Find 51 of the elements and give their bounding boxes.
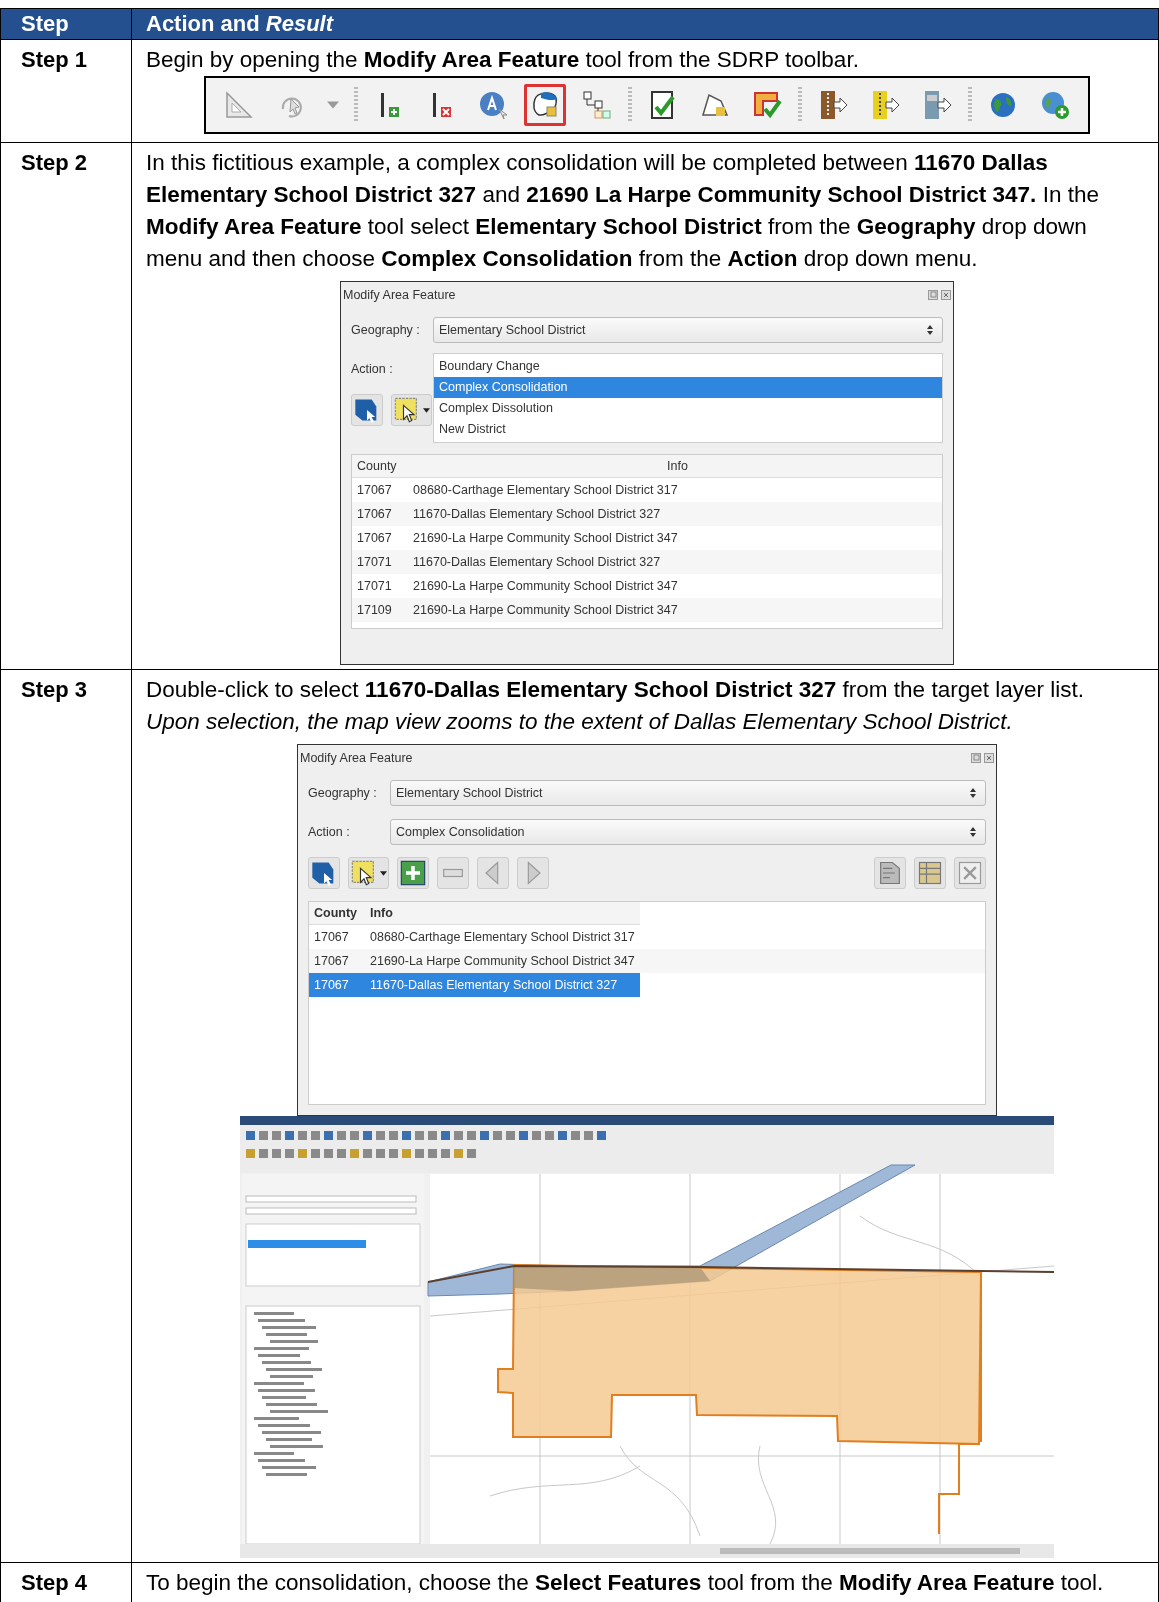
dialog-title: Modify Area Feature: [300, 751, 413, 765]
dropdown-option[interactable]: Boundary Change: [434, 355, 942, 377]
select-polygon-icon[interactable]: [351, 394, 383, 426]
instruction-text: To begin the consolidation, choose the Select Features tool from the Modify Area Feature tool.: [146, 1569, 1105, 1597]
table-row[interactable]: 17067 08680-Carthage Elementary School District 317: [352, 478, 942, 502]
table-icon[interactable]: [914, 857, 946, 889]
close-icon[interactable]: [984, 753, 994, 763]
column-header: County: [356, 459, 398, 473]
action-dropdown[interactable]: Complex Consolidation: [390, 818, 986, 845]
spinner-arrows-icon[interactable]: [969, 825, 977, 838]
geography-dropdown[interactable]: Elementary School District: [390, 779, 986, 806]
step-label: Step 1: [21, 47, 88, 72]
field-label: Action :: [351, 361, 394, 376]
select-features-icon[interactable]: [391, 394, 432, 426]
map-icon[interactable]: [874, 857, 906, 889]
select-polygon-icon[interactable]: [308, 857, 340, 889]
close-icon[interactable]: [954, 857, 986, 889]
table-row[interactable]: 17067 08680-Carthage Elementary School District 317: [309, 925, 985, 949]
close-icon[interactable]: [941, 290, 951, 300]
step-label: Step 3: [21, 677, 88, 702]
column-header: Action and Result: [131, 8, 1159, 40]
dropdown-option[interactable]: New District: [434, 418, 942, 440]
field-label: Geography :: [351, 322, 421, 337]
spinner-arrows-icon[interactable]: [969, 786, 977, 799]
dropdown-option[interactable]: Complex Dissolution: [434, 397, 942, 419]
dropdown-option[interactable]: Complex Consolidation: [434, 376, 942, 398]
spinner-arrows-icon[interactable]: [926, 323, 934, 336]
table-row[interactable]: 17109 21690-La Harpe Community School District 347: [352, 598, 942, 622]
add-icon[interactable]: [397, 857, 429, 889]
column-header: Info: [666, 459, 689, 473]
result-text: Upon selection, the map view zooms to the extent of Dallas Elementary School District.: [146, 708, 1014, 736]
step-label: Step 2: [21, 150, 88, 175]
geography-dropdown[interactable]: Elementary School District: [433, 316, 943, 343]
instruction-text: In this fictitious example, a complex consolidation will be completed between 11670 Dallas Elementary School District 327 and 21690 La Harpe Community School District 347. In the Modify Area Feature tool select Elementary School District from the Geography drop down menu and then choose Complex Consolidation from the Action drop down menu.: [146, 149, 1100, 273]
step-label: Step 4: [21, 1570, 88, 1595]
field-label: Action :: [308, 824, 351, 839]
area-edit-icon[interactable]: [524, 84, 566, 126]
table-row[interactable]: 17067 21690-La Harpe Community School District 347: [352, 526, 942, 550]
field-label: Geography :: [308, 785, 378, 800]
table-row[interactable]: 17067 21690-La Harpe Community School District 347: [309, 949, 985, 973]
select-features-icon[interactable]: [348, 857, 389, 889]
instruction-text: Begin by opening the Modify Area Feature tool from the SDRP toolbar.: [146, 46, 860, 74]
dialog-title: Modify Area Feature: [343, 288, 456, 302]
table-row[interactable]: 17071 21690-La Harpe Community School District 347: [352, 574, 942, 598]
table-row[interactable]: 17067 11670-Dallas Elementary School District 327: [352, 502, 942, 526]
instruction-text: Double-click to select 11670-Dallas Elementary School District 327 from the target layer list.: [146, 676, 1085, 704]
table-row[interactable]: 17067 11670-Dallas Elementary School District 327: [309, 973, 641, 997]
column-header: County: [313, 906, 359, 920]
column-header: Info: [370, 906, 393, 920]
column-header: Step: [0, 8, 132, 40]
table-row[interactable]: 17071 11670-Dallas Elementary School District 327: [352, 550, 942, 574]
